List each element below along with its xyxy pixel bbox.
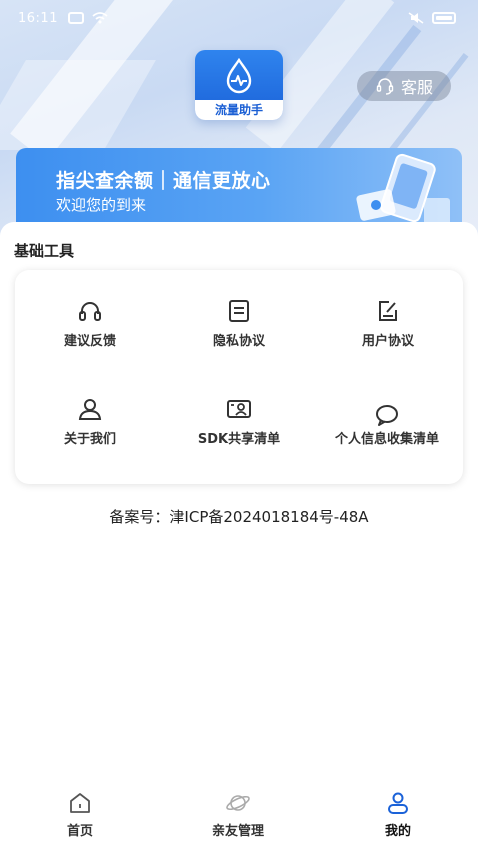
tool-label: 个人信息收集清单 (334, 432, 439, 447)
edit-document-icon (379, 301, 397, 321)
tool-label: 用户协议 (361, 334, 414, 349)
page: 16:11 流量助手 客服 指尖查余额｜通信更放心 欢迎您的到来 基础工具 建议… (0, 0, 478, 850)
tool-personal-info-list[interactable]: 个人信息收集清单 (333, 396, 441, 449)
document-icon (229, 300, 249, 322)
nav-label: 我的 (384, 824, 411, 839)
banner-title: 指尖查余额｜通信更放心 (56, 170, 271, 192)
tool-label: 隐私协议 (212, 334, 265, 349)
id-card-icon (227, 400, 251, 418)
tool-privacy-policy[interactable]: 隐私协议 (164, 298, 314, 351)
status-bar: 16:11 (0, 0, 478, 36)
water-drop-icon (226, 58, 252, 94)
mute-icon (408, 12, 424, 24)
status-time: 16:11 (18, 11, 58, 26)
tool-label: SDK共享清单 (197, 432, 281, 447)
tool-label: 关于我们 (63, 432, 116, 447)
nav-item-family[interactable]: 亲友管理 (178, 790, 298, 839)
wifi-icon (92, 12, 108, 24)
home-icon (70, 793, 90, 813)
banner-subtitle: 欢迎您的到来 (56, 196, 147, 214)
battery-icon (432, 12, 456, 24)
icp-record: 备案号：津ICP备2024018184号-48A (109, 508, 369, 526)
headset-icon (79, 302, 101, 321)
app-logo: 流量助手 (195, 50, 283, 120)
planet-icon (226, 795, 250, 811)
section-title: 基础工具 (14, 242, 75, 260)
user-icon (388, 792, 408, 814)
message-icon (68, 12, 84, 24)
logo-text: 流量助手 (195, 100, 283, 120)
nav-item-mine[interactable]: 我的 (338, 790, 458, 839)
tools-card: 建议反馈 隐私协议 用户协议 关于我们 SDK共享清单 个人信息收集清单 (15, 270, 463, 484)
nav-item-home[interactable]: 首页 (20, 790, 140, 839)
person-icon (78, 399, 102, 420)
tool-about-us[interactable]: 关于我们 (15, 396, 165, 449)
content-sheet: 基础工具 建议反馈 隐私协议 用户协议 关于我们 SDK共享清单 个人信息收集清… (0, 222, 478, 850)
customer-service-button[interactable]: 客服 (357, 71, 451, 101)
tool-sdk-list[interactable]: SDK共享清单 (164, 396, 314, 449)
nav-label: 亲友管理 (211, 824, 264, 839)
nav-label: 首页 (66, 824, 93, 839)
chat-bubble-icon (376, 405, 398, 426)
bottom-nav: 首页 亲友管理 我的 (0, 780, 478, 850)
headset-service-icon (376, 78, 394, 95)
tool-user-agreement[interactable]: 用户协议 (313, 298, 463, 351)
tool-label: 建议反馈 (63, 334, 116, 349)
customer-service-label: 客服 (400, 78, 433, 97)
tool-feedback[interactable]: 建议反馈 (15, 298, 165, 351)
